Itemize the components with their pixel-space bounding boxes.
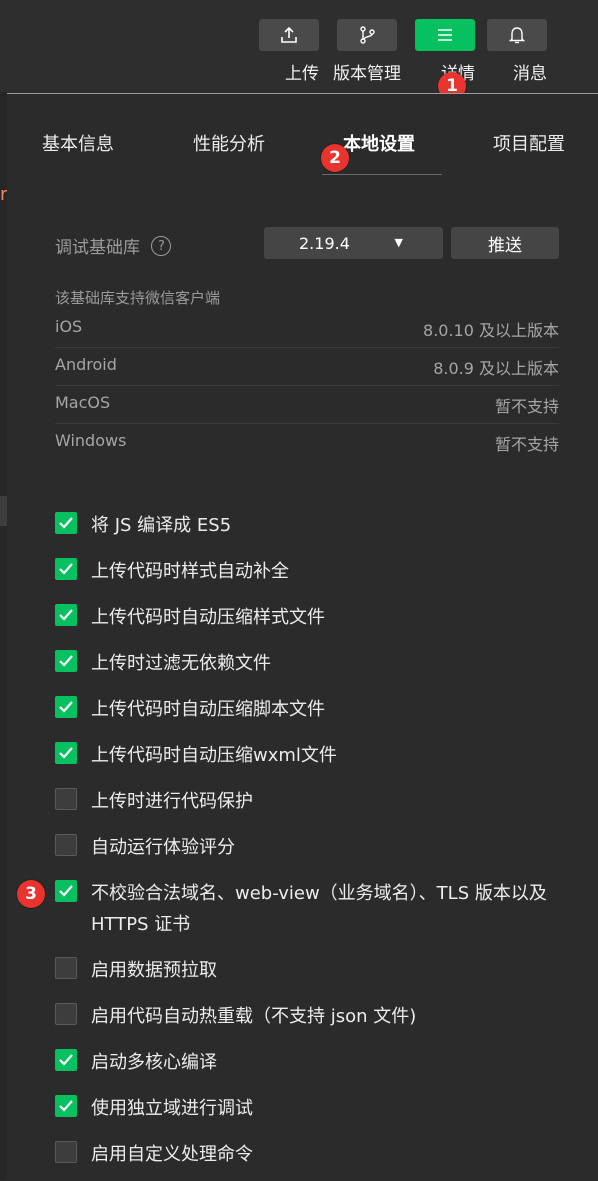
checkbox-unchecked[interactable] <box>55 1141 77 1163</box>
left-edge-strip: r <box>0 92 7 1180</box>
os-name: Android <box>55 355 117 374</box>
support-row-android: Android 8.0.9 及以上版本 <box>55 347 559 386</box>
checkmark-icon <box>59 655 73 667</box>
push-button[interactable]: 推送 <box>451 227 559 259</box>
option-label: 启用代码自动热重载（不支持 json 文件) <box>91 1006 417 1027</box>
option-label: 上传代码时自动压缩wxml文件 <box>91 745 337 766</box>
messages-button[interactable] <box>487 19 547 51</box>
upload-button[interactable] <box>259 19 319 51</box>
option-label: 将 JS 编译成 ES5 <box>91 515 232 536</box>
branch-icon <box>360 26 375 44</box>
checkbox-checked[interactable] <box>55 742 77 764</box>
bell-icon <box>508 27 526 44</box>
option-label: 上传时进行代码保护 <box>91 791 253 812</box>
details-button[interactable] <box>415 19 475 51</box>
version-button[interactable] <box>337 19 397 51</box>
lib-version-select[interactable]: 2.19.4 ▼ <box>264 227 443 259</box>
support-row-ios: iOS 8.0.10 及以上版本 <box>55 309 559 348</box>
checkbox-checked[interactable] <box>55 558 77 580</box>
os-version: 暂不支持 <box>494 397 559 416</box>
support-title: 该基础库支持微信客户端 <box>55 289 221 307</box>
annotation-badge-3: 3 <box>17 880 45 908</box>
help-icon[interactable]: ? <box>151 236 172 256</box>
debug-lib-row: 调试基础库 ? <box>55 233 172 258</box>
checkbox-checked[interactable] <box>55 650 77 672</box>
option-label: 启用自定义处理命令 <box>91 1144 253 1165</box>
menu-icon <box>438 29 452 41</box>
checkmark-icon <box>59 517 73 529</box>
checkbox-checked[interactable] <box>55 512 77 534</box>
os-version: 暂不支持 <box>494 435 559 454</box>
checkmark-icon <box>59 1054 73 1066</box>
tab-bar: 基本信息 性能分析 本地设置 项目配置 <box>7 130 598 170</box>
checkmark-icon <box>59 609 73 621</box>
checkbox-unchecked[interactable] <box>55 788 77 810</box>
tab-project-config[interactable]: 项目配置 <box>493 130 565 156</box>
upload-tool[interactable]: 上传 <box>259 19 319 84</box>
option-label: 自动运行体验评分 <box>91 837 235 858</box>
option-label: 启动多核心编译 <box>91 1052 217 1073</box>
tab-basic-info[interactable]: 基本信息 <box>42 130 114 156</box>
tab-performance[interactable]: 性能分析 <box>193 130 265 156</box>
checkbox-checked[interactable] <box>55 1095 77 1117</box>
lib-version-value: 2.19.4 <box>299 233 350 253</box>
option-label: 上传代码时自动压缩脚本文件 <box>91 699 325 720</box>
checkmark-icon <box>59 885 73 897</box>
top-toolbar: 上传 版本管理 详情 消息 1 <box>0 0 598 100</box>
active-tab-underline <box>322 174 442 175</box>
support-row-macos: MacOS 暂不支持 <box>55 385 559 424</box>
upload-icon <box>281 26 297 43</box>
checkmark-icon <box>59 563 73 575</box>
checkmark-icon <box>59 747 73 759</box>
option-label: 上传时过滤无依赖文件 <box>91 653 271 674</box>
upload-label: 上传 <box>285 64 319 84</box>
support-row-windows: Windows 暂不支持 <box>55 423 559 461</box>
checkbox-checked[interactable] <box>55 1049 77 1071</box>
os-name: MacOS <box>55 393 111 412</box>
checkmark-icon <box>59 1100 73 1112</box>
option-label: 使用独立域进行调试 <box>91 1098 253 1119</box>
checkbox-checked[interactable] <box>55 696 77 718</box>
checkbox-checked[interactable] <box>55 604 77 626</box>
version-tool[interactable]: 版本管理 <box>333 19 401 84</box>
checkbox-unchecked[interactable] <box>55 957 77 979</box>
os-version: 8.0.9 及以上版本 <box>433 359 559 378</box>
version-label: 版本管理 <box>333 64 401 84</box>
option-label: 上传代码时自动压缩样式文件 <box>91 607 325 628</box>
side-fragment: r <box>0 184 8 205</box>
checkbox-unchecked[interactable] <box>55 834 77 856</box>
os-name: Windows <box>55 431 127 450</box>
option-label: 不校验合法域名、web-view（业务域名）、TLS 版本以及 HTTPS 证书 <box>91 883 547 935</box>
messages-label: 消息 <box>513 64 547 84</box>
checkbox-unchecked[interactable] <box>55 1003 77 1025</box>
option-label: 上传代码时样式自动补全 <box>91 561 289 582</box>
checkmark-icon <box>59 701 73 713</box>
annotation-badge-2: 2 <box>321 144 349 172</box>
debug-lib-label: 调试基础库 <box>55 238 140 258</box>
tab-local-settings[interactable]: 本地设置 <box>343 130 415 156</box>
messages-tool[interactable]: 消息 <box>487 19 547 84</box>
caret-down-icon: ▼ <box>394 236 403 249</box>
option-label: 启用数据预拉取 <box>91 960 217 981</box>
os-name: iOS <box>55 317 83 336</box>
checkbox-checked[interactable] <box>55 880 77 902</box>
side-highlight <box>0 496 7 526</box>
os-version: 8.0.10 及以上版本 <box>423 321 559 340</box>
